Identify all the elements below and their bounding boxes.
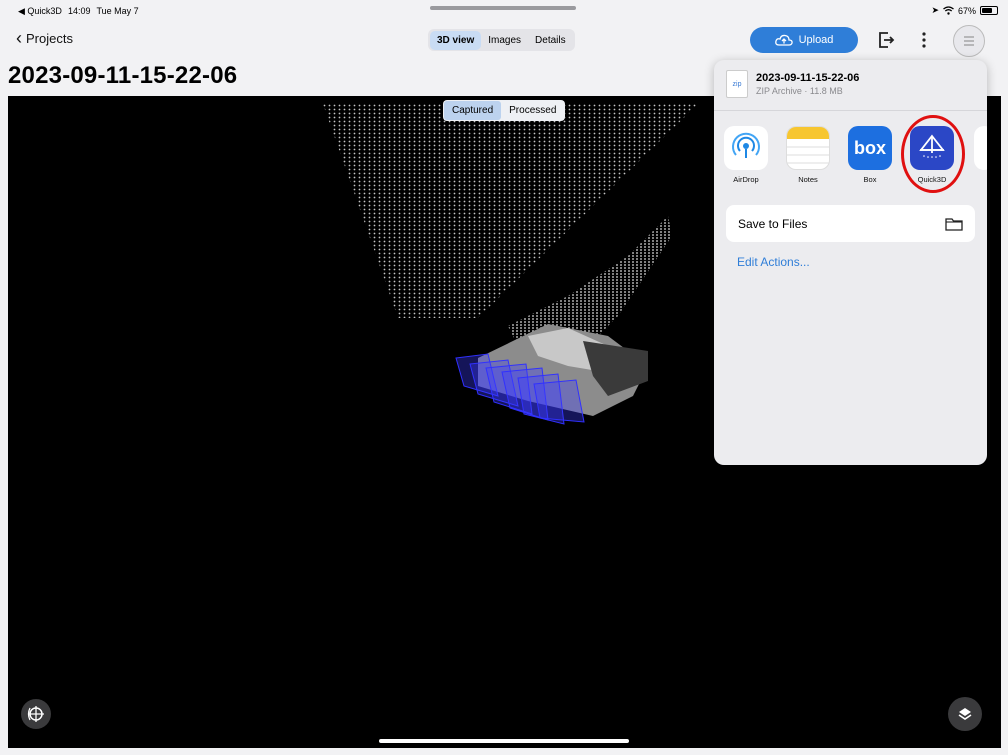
cloud-upload-icon [774,34,793,46]
multitasking-grabber[interactable] [430,6,576,10]
tab-3d-view[interactable]: 3D view [430,30,482,50]
save-to-files-label: Save to Files [738,216,808,231]
layers-button[interactable] [948,697,982,731]
home-indicator[interactable] [379,739,629,743]
annotation-circle [901,115,965,193]
shared-file-header: zip 2023-09-11-15-22-06 ZIP Archive · 11… [726,70,859,98]
battery-percent: 67% [957,5,976,16]
airdrop-icon [724,126,768,170]
upload-button[interactable]: Upload [750,27,858,53]
status-left: ◀ Quick3D 14:09 Tue May 7 [18,6,139,17]
more-options-icon[interactable] [914,30,934,50]
recenter-button[interactable] [21,699,51,729]
share-app-airdrop[interactable]: AirDrop [724,126,768,184]
status-right: ➤ 67% [931,5,998,16]
capture-mode-tabs: Captured Processed [443,100,566,121]
share-app-more[interactable] [974,126,987,170]
box-icon: box [848,126,892,170]
box-icon-text: box [853,137,886,158]
back-label: Projects [26,31,73,46]
folder-icon [945,217,963,231]
app-label: Box [863,175,877,184]
share-app-notes[interactable]: Notes [786,126,830,184]
menu-button[interactable] [953,25,985,57]
zip-file-icon: zip [726,70,748,98]
shared-file-meta: ZIP Archive · 11.8 MB [756,86,843,96]
crosshair-icon [27,706,44,722]
location-icon: ➤ [931,5,939,15]
export-icon[interactable] [876,30,896,50]
status-bar: ◀ Quick3D 14:09 Tue May 7 ➤ 67% [0,0,1008,22]
view-tabs: 3D view Images Details [428,29,575,51]
notes-icon [786,126,830,170]
layers-icon [958,708,972,720]
status-time: 14:09 [67,6,91,16]
tab-processed[interactable]: Processed [501,101,564,120]
point-cloud-ceiling [323,104,698,318]
divider [714,110,987,111]
share-app-box[interactable]: box Box [848,126,892,184]
chevron-left-icon: ‹ [16,28,22,48]
upload-label: Upload [798,34,834,46]
back-to-app-link[interactable]: ◀ Quick3D [18,6,62,17]
battery-icon [980,6,998,15]
back-button[interactable]: ‹ Projects [16,28,73,48]
tab-images[interactable]: Images [481,31,528,50]
tab-captured[interactable]: Captured [444,101,502,120]
status-date: Tue May 7 [96,6,139,16]
edit-actions-link[interactable]: Edit Actions... [737,255,810,269]
app-label: AirDrop [733,175,759,184]
shared-file-name: 2023-09-11-15-22-06 [756,72,860,84]
app-label: Notes [798,175,818,184]
save-to-files-action[interactable]: Save to Files [726,205,975,242]
tab-details[interactable]: Details [528,31,573,50]
hamburger-icon [964,36,974,46]
wifi-icon [943,6,954,15]
page-title: 2023-09-11-15-22-06 [8,62,238,89]
